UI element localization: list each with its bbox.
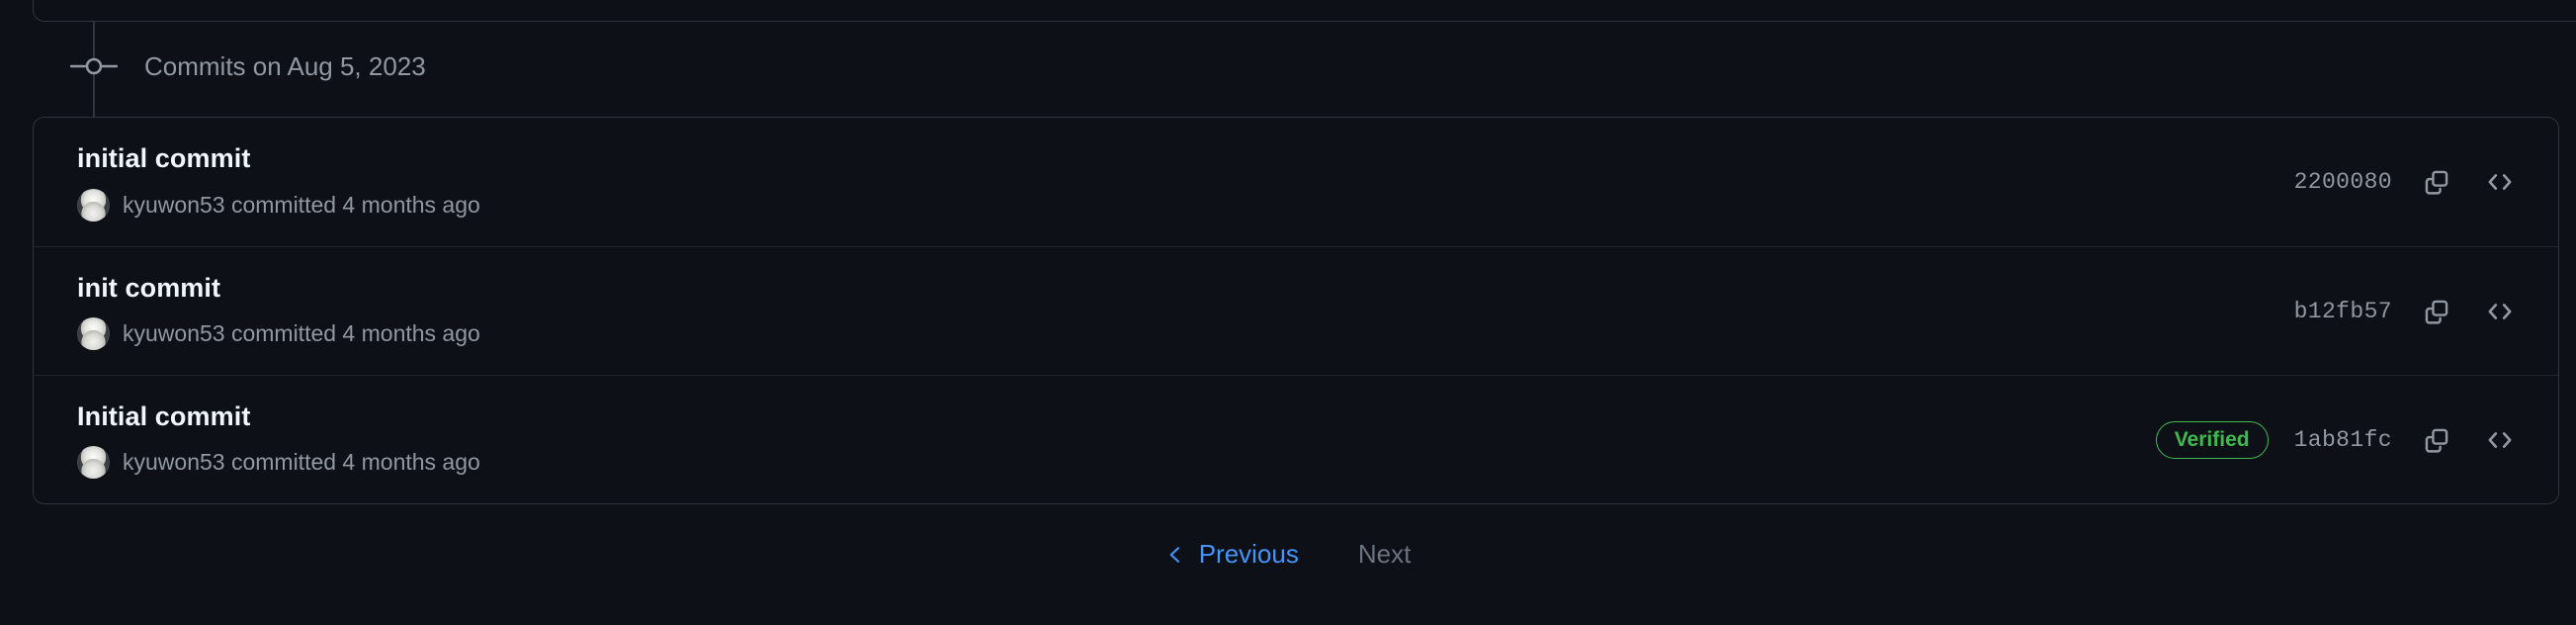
previous-page-label: Previous [1198, 539, 1299, 569]
copy-icon[interactable] [2418, 421, 2455, 459]
commit-meta: kyuwon53 committed 4 months ago [77, 446, 480, 480]
commit-main: initial commit kyuwon53 committed 4 mont… [77, 142, 480, 222]
commit-sha[interactable]: 1ab81fc [2294, 427, 2392, 453]
commit-meta: kyuwon53 committed 4 months ago [77, 188, 480, 222]
code-icon[interactable] [2481, 293, 2519, 330]
table-row[interactable]: Initial commit kyuwon53 committed 4 mont… [34, 375, 2558, 503]
commit-main: init commit kyuwon53 committed 4 months … [77, 272, 480, 351]
table-row[interactable]: init commit kyuwon53 committed 4 months … [34, 246, 2558, 375]
commit-meta: kyuwon53 committed 4 months ago [77, 317, 480, 351]
commit-message-link[interactable]: init commit [77, 272, 480, 304]
commit-actions: Verified 1ab81fc [2155, 420, 2519, 459]
previous-page-button[interactable]: Previous [1158, 539, 1307, 570]
commit-author-time: kyuwon53 committed 4 months ago [123, 320, 480, 347]
commits-list-card: initial commit kyuwon53 committed 4 mont… [33, 117, 2559, 504]
commits-page: Commits on Aug 5, 2023 initial commit ky… [0, 0, 2576, 625]
commit-sha[interactable]: 2200080 [2294, 169, 2392, 195]
table-row[interactable]: initial commit kyuwon53 committed 4 mont… [34, 118, 2558, 246]
commit-actions: 2200080 [2294, 163, 2519, 201]
next-page-button: Next [1357, 539, 1412, 569]
chevron-left-icon [1165, 542, 1185, 568]
status-badge[interactable]: Verified [2155, 420, 2269, 459]
code-icon[interactable] [2481, 163, 2519, 201]
commit-author-time: kyuwon53 committed 4 months ago [123, 449, 480, 476]
commit-message-link[interactable]: Initial commit [77, 401, 480, 432]
pagination: Previous Next [0, 539, 2576, 570]
commit-sha[interactable]: b12fb57 [2294, 299, 2392, 324]
avatar[interactable] [77, 446, 110, 480]
commit-actions: b12fb57 [2294, 293, 2519, 330]
copy-icon[interactable] [2418, 293, 2455, 330]
avatar[interactable] [77, 317, 110, 351]
code-icon[interactable] [2481, 421, 2519, 459]
commits-group-date: Commits on Aug 5, 2023 [144, 51, 426, 81]
commit-main: Initial commit kyuwon53 committed 4 mont… [77, 401, 480, 480]
commit-message-link[interactable]: initial commit [77, 142, 480, 174]
git-commit-icon [69, 52, 119, 80]
copy-icon[interactable] [2418, 163, 2455, 201]
avatar[interactable] [77, 188, 110, 222]
commit-author-time: kyuwon53 committed 4 months ago [123, 191, 480, 218]
previous-group-card-edge [33, 0, 2576, 22]
